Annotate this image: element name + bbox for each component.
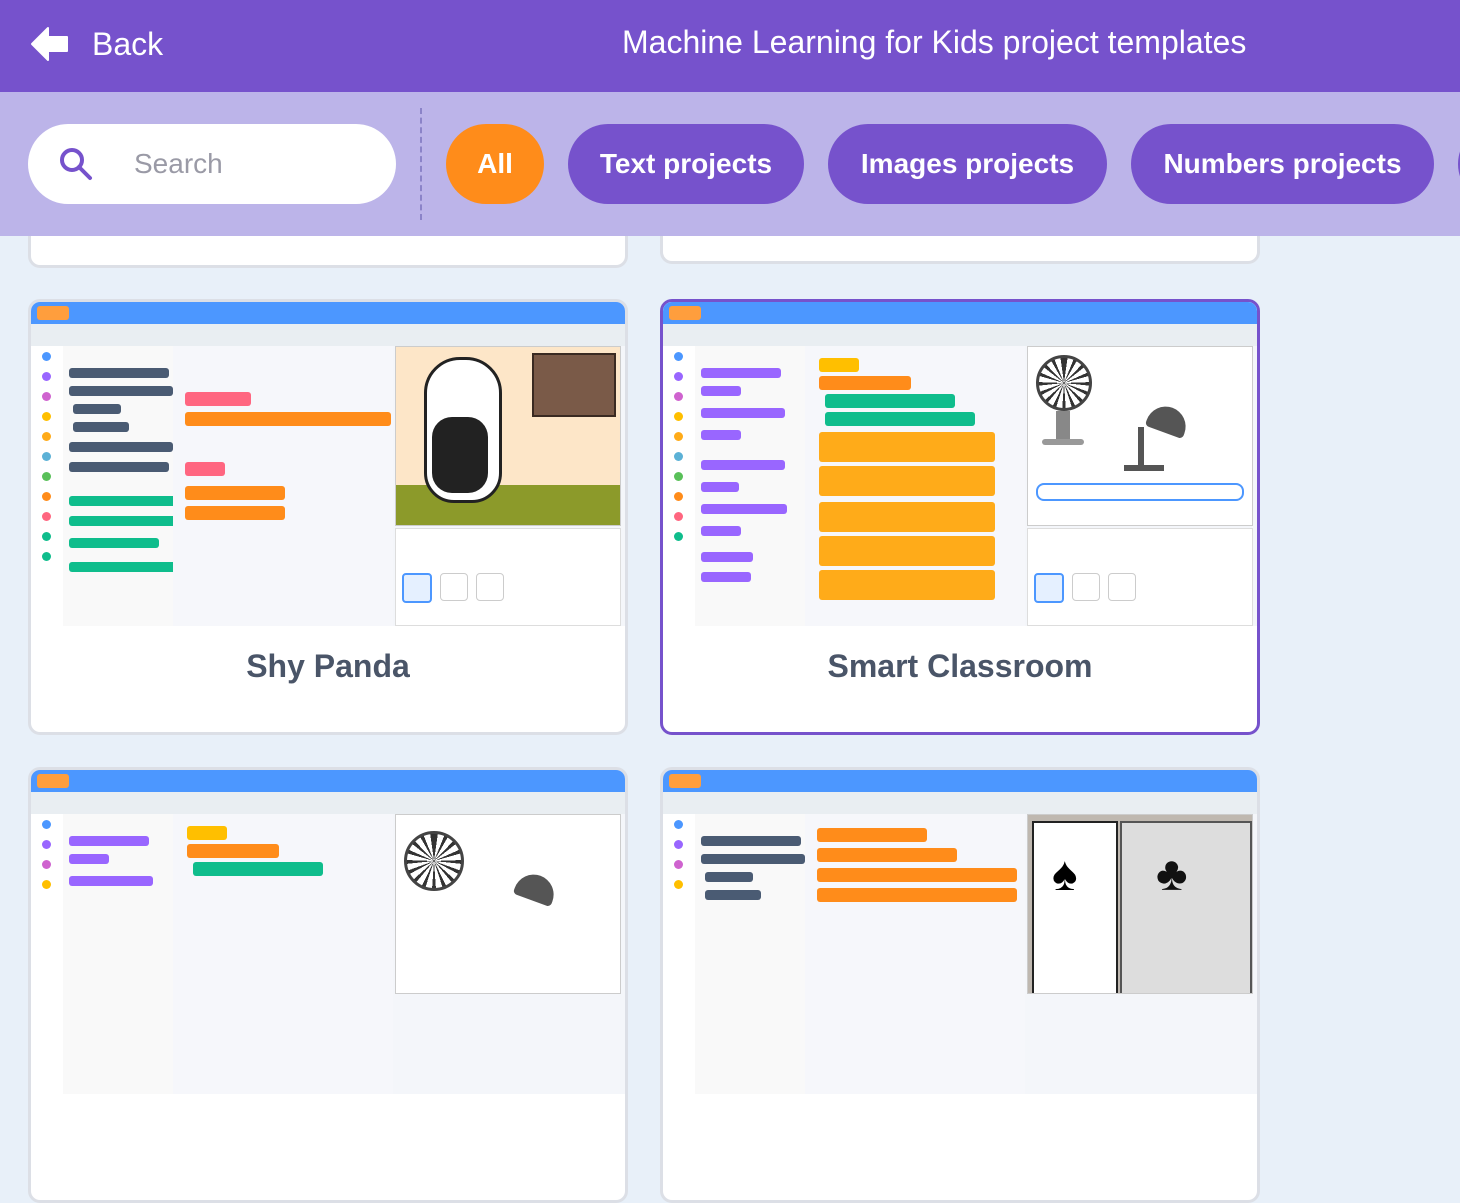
project-thumbnail <box>663 302 1257 626</box>
project-title: Smart Classroom <box>827 648 1093 684</box>
filter-bar: All Text projects Images projects Number… <box>0 92 1460 236</box>
arrow-left-icon <box>31 27 68 61</box>
search-icon <box>60 148 92 180</box>
project-card-smart-classroom[interactable]: Smart Classroom <box>660 299 1260 735</box>
filter-divider <box>420 108 422 220</box>
search-input[interactable] <box>132 147 376 181</box>
filter-chip-text[interactable]: Text projects <box>568 124 804 204</box>
project-card-shy-panda[interactable]: Shy Panda <box>28 299 628 735</box>
project-thumbnail: ♠ ♣ <box>663 770 1257 1094</box>
search-box[interactable] <box>28 124 396 204</box>
filter-chip-numbers[interactable]: Numbers projects <box>1131 124 1434 204</box>
page-title: Machine Learning for Kids project templa… <box>622 24 1247 60</box>
back-label: Back <box>92 25 164 62</box>
back-button[interactable]: Back <box>30 22 163 66</box>
header-bar: Back Machine Learning for Kids project t… <box>0 0 1460 92</box>
project-title: Shy Panda <box>246 648 410 684</box>
project-thumbnail <box>31 302 625 626</box>
filter-chip-images[interactable]: Images projects <box>828 124 1107 204</box>
filter-chip-all[interactable]: All <box>446 124 544 204</box>
project-card-bottom-right[interactable]: ♠ ♣ <box>660 767 1260 1203</box>
project-thumbnail <box>31 770 625 1094</box>
project-card-bottom-left[interactable] <box>28 767 628 1203</box>
